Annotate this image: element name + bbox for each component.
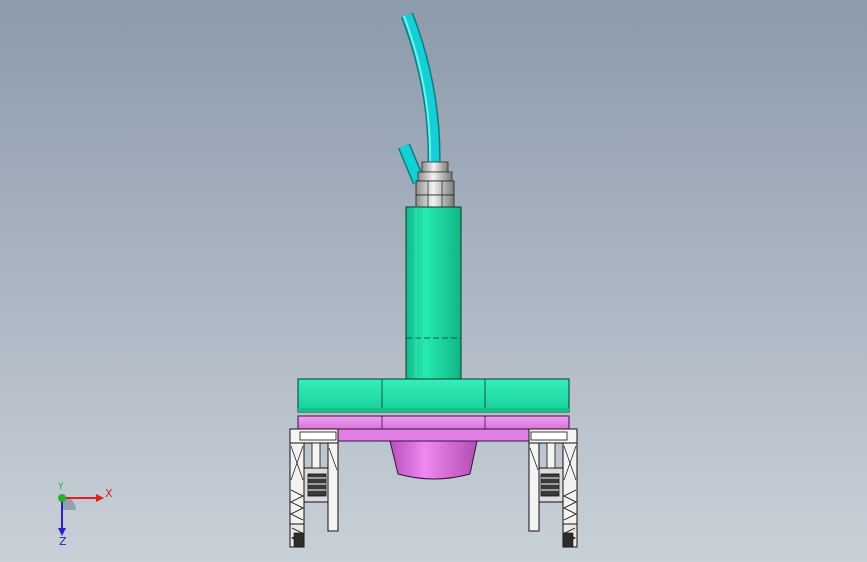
cad-model-view[interactable] (0, 0, 867, 562)
gripper-jaw-left[interactable] (289, 428, 339, 548)
suction-cup[interactable] (389, 440, 478, 480)
hose-stub[interactable] (398, 143, 425, 185)
x-axis-label: X (105, 487, 113, 500)
coordinate-triad[interactable]: X Y Z (40, 478, 120, 550)
graphics-viewport[interactable]: X Y Z (0, 0, 867, 562)
y-axis-label: Y (58, 482, 64, 492)
cylinder-body[interactable] (405, 206, 462, 380)
gripper-jaw-right[interactable] (528, 428, 578, 548)
z-axis-label: Z (59, 535, 67, 548)
adapter-plate[interactable] (297, 415, 570, 442)
x-axis-arrow-icon (96, 494, 104, 502)
y-axis-point-icon (58, 494, 66, 502)
hose-fitting[interactable] (415, 161, 455, 208)
mounting-flange[interactable] (297, 378, 570, 413)
